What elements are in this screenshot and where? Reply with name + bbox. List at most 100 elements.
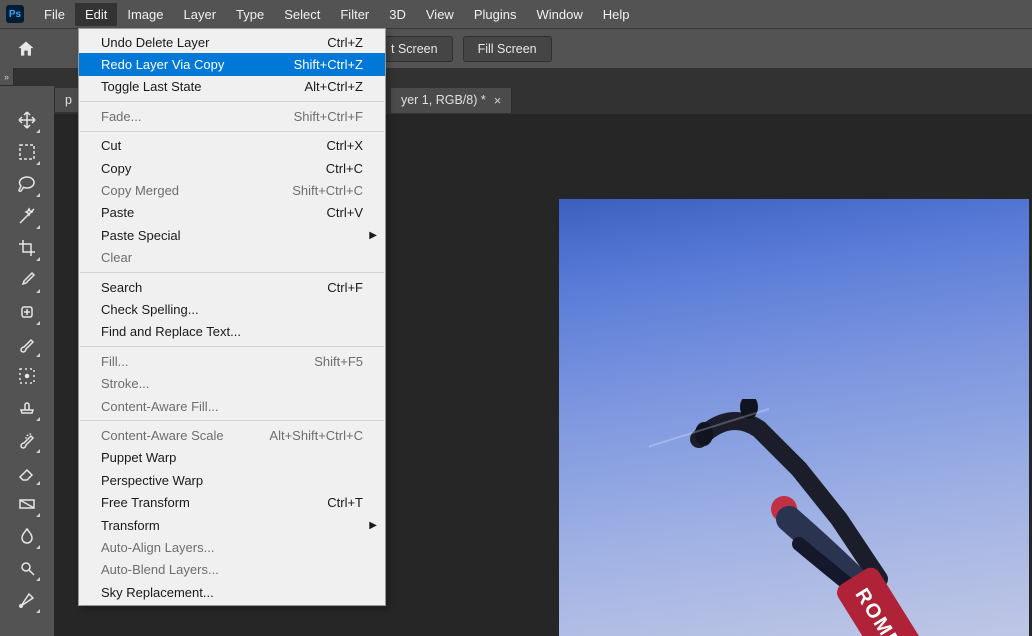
menu-item-shortcut: Shift+Ctrl+C — [292, 183, 363, 198]
menubar-item-image[interactable]: Image — [117, 3, 173, 26]
healing-brush-tool-icon — [17, 302, 37, 322]
menubar: Ps FileEditImageLayerTypeSelectFilter3DV… — [0, 0, 1032, 28]
menu-item-redo-layer-via-copy[interactable]: Redo Layer Via CopyShift+Ctrl+Z — [79, 53, 385, 75]
frame-tool[interactable] — [11, 360, 43, 392]
menu-item-auto-align-layers: Auto-Align Layers... — [79, 536, 385, 558]
document-tab[interactable]: yer 1, RGB/8) * × — [391, 88, 512, 113]
menubar-item-layer[interactable]: Layer — [174, 3, 227, 26]
blur-tool[interactable] — [11, 520, 43, 552]
panel-flyout-handle[interactable]: » — [0, 68, 14, 86]
menu-item-cut[interactable]: CutCtrl+X — [79, 135, 385, 157]
menu-item-fade: Fade...Shift+Ctrl+F — [79, 105, 385, 127]
menu-item-fill: Fill...Shift+F5 — [79, 350, 385, 372]
fill-screen-button[interactable]: Fill Screen — [463, 36, 552, 62]
clone-stamp-tool[interactable] — [11, 392, 43, 424]
menu-item-label: Auto-Blend Layers... — [101, 562, 219, 577]
menu-item-shortcut: Shift+F5 — [314, 354, 363, 369]
menu-item-paste[interactable]: Paste Ctrl+V — [79, 202, 385, 224]
menubar-item-file[interactable]: File — [34, 3, 75, 26]
menu-item-find-and-replace-text[interactable]: Find and Replace Text... — [79, 321, 385, 343]
dodge-tool[interactable] — [11, 552, 43, 584]
brush-tool-icon — [17, 334, 37, 354]
menu-item-undo-delete-layer[interactable]: Undo Delete LayerCtrl+Z — [79, 31, 385, 53]
blur-tool-icon — [17, 526, 37, 546]
menu-item-puppet-warp[interactable]: Puppet Warp — [79, 447, 385, 469]
menubar-item-select[interactable]: Select — [274, 3, 330, 26]
marquee-tool-icon — [17, 142, 37, 162]
menu-separator — [80, 131, 384, 132]
menu-item-transform[interactable]: Transform▶ — [79, 514, 385, 536]
flyout-corner-icon — [36, 161, 40, 165]
menubar-item-edit[interactable]: Edit — [75, 3, 117, 26]
fit-screen-button[interactable]: t Screen — [376, 36, 453, 62]
flyout-corner-icon — [36, 225, 40, 229]
menubar-item-view[interactable]: View — [416, 3, 464, 26]
snowboarder-figure: ROME — [649, 399, 969, 636]
menu-item-sky-replacement[interactable]: Sky Replacement... — [79, 581, 385, 603]
menu-item-free-transform[interactable]: Free TransformCtrl+T — [79, 491, 385, 513]
menu-item-label: Paste Special — [101, 228, 181, 243]
dodge-tool-icon — [17, 558, 37, 578]
crop-tool-icon — [17, 238, 37, 258]
menu-item-label: Check Spelling... — [101, 302, 199, 317]
menu-item-clear: Clear — [79, 247, 385, 269]
menu-item-label: Stroke... — [101, 376, 149, 391]
close-icon[interactable]: × — [494, 93, 502, 108]
gradient-tool[interactable] — [11, 488, 43, 520]
menu-item-label: Clear — [101, 250, 132, 265]
magic-wand-tool-icon — [17, 206, 37, 226]
menu-item-perspective-warp[interactable]: Perspective Warp — [79, 469, 385, 491]
menu-item-auto-blend-layers: Auto-Blend Layers... — [79, 559, 385, 581]
flyout-corner-icon — [36, 417, 40, 421]
gradient-tool-icon — [17, 494, 37, 514]
menu-item-copy[interactable]: CopyCtrl+C — [79, 157, 385, 179]
brush-tool[interactable] — [11, 328, 43, 360]
menu-item-check-spelling[interactable]: Check Spelling... — [79, 298, 385, 320]
menubar-item-3d[interactable]: 3D — [379, 3, 416, 26]
flyout-corner-icon — [36, 545, 40, 549]
document-image: ROME — [559, 199, 1029, 636]
edit-menu-dropdown: Undo Delete LayerCtrl+ZRedo Layer Via Co… — [78, 28, 386, 606]
menu-item-shortcut: Alt+Ctrl+Z — [304, 79, 363, 94]
lasso-tool[interactable] — [11, 168, 43, 200]
menu-item-shortcut: Ctrl+F — [327, 280, 363, 295]
menubar-item-type[interactable]: Type — [226, 3, 274, 26]
menu-item-label: Paste — [101, 205, 134, 220]
lasso-tool-icon — [17, 174, 37, 194]
menubar-item-help[interactable]: Help — [593, 3, 640, 26]
menubar-item-filter[interactable]: Filter — [330, 3, 379, 26]
home-button[interactable] — [6, 34, 46, 64]
flyout-corner-icon — [36, 257, 40, 261]
healing-brush-tool[interactable] — [11, 296, 43, 328]
menu-separator — [80, 272, 384, 273]
menu-item-label: Perspective Warp — [101, 473, 203, 488]
menu-item-shortcut: Ctrl+V — [327, 205, 363, 220]
flyout-corner-icon — [36, 513, 40, 517]
menu-item-label: Content-Aware Fill... — [101, 399, 219, 414]
eyedropper-tool[interactable] — [11, 264, 43, 296]
menu-item-search[interactable]: SearchCtrl+F — [79, 276, 385, 298]
menu-item-label: Puppet Warp — [101, 450, 176, 465]
move-tool[interactable] — [11, 104, 43, 136]
menubar-item-plugins[interactable]: Plugins — [464, 3, 527, 26]
history-brush-tool[interactable] — [11, 424, 43, 456]
menu-item-shortcut: Ctrl+C — [326, 161, 363, 176]
crop-tool[interactable] — [11, 232, 43, 264]
magic-wand-tool[interactable] — [11, 200, 43, 232]
menu-item-label: Transform — [101, 518, 160, 533]
menu-item-toggle-last-state[interactable]: Toggle Last StateAlt+Ctrl+Z — [79, 76, 385, 98]
move-tool-icon — [17, 110, 37, 130]
menu-item-label: Auto-Align Layers... — [101, 540, 214, 555]
menubar-item-window[interactable]: Window — [526, 3, 592, 26]
home-icon — [16, 39, 36, 59]
flyout-corner-icon — [36, 577, 40, 581]
menu-item-paste-special[interactable]: Paste Special▶ — [79, 224, 385, 246]
menu-item-content-aware-fill: Content-Aware Fill... — [79, 395, 385, 417]
menu-item-content-aware-scale: Content-Aware ScaleAlt+Shift+Ctrl+C — [79, 424, 385, 446]
toolbar — [0, 86, 54, 636]
pen-tool[interactable] — [11, 584, 43, 616]
eraser-tool[interactable] — [11, 456, 43, 488]
flyout-corner-icon — [36, 321, 40, 325]
marquee-tool[interactable] — [11, 136, 43, 168]
menu-item-label: Undo Delete Layer — [101, 35, 209, 50]
